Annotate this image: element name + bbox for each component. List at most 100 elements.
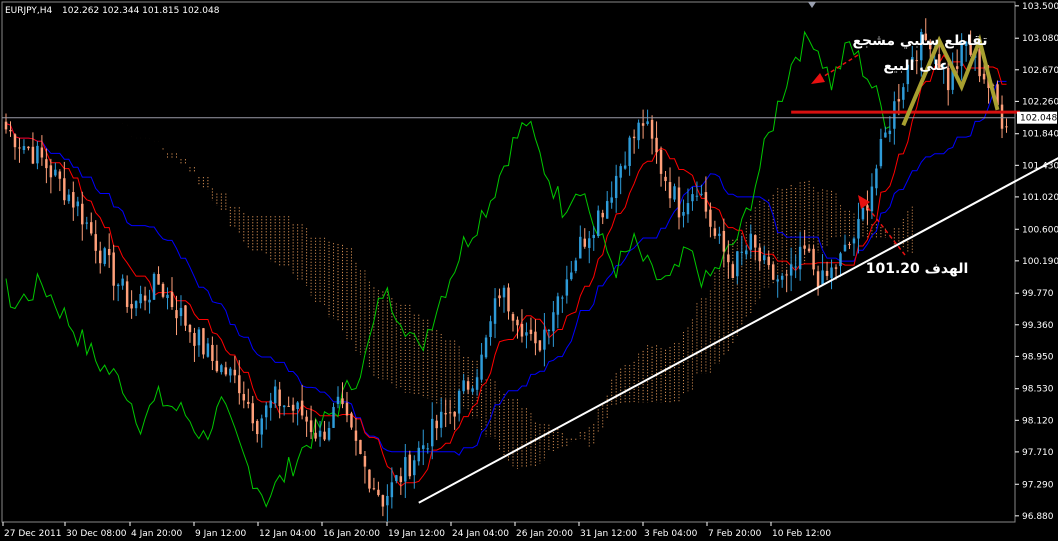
candle-body <box>175 310 178 319</box>
candle-body <box>363 455 367 467</box>
candle-body <box>870 186 874 212</box>
candle-body <box>623 165 627 169</box>
candle-body <box>677 187 681 218</box>
candle-body <box>332 406 335 428</box>
candle-body <box>673 186 676 200</box>
candle-body <box>722 230 726 252</box>
candle-body <box>763 255 766 261</box>
price-chart[interactable]: 103.500 103.080 102.670 102.260 101.840 101.4… <box>0 0 1058 541</box>
candle-body <box>251 403 254 424</box>
candle-body <box>816 271 820 287</box>
candle-body <box>282 405 286 408</box>
candle-body <box>601 212 604 218</box>
candle-body <box>893 101 896 129</box>
x-tick-label: 26 Jan 20:00 <box>516 529 573 539</box>
x-tick-label: 10 Feb 12:00 <box>772 529 831 539</box>
candle-body <box>386 495 389 506</box>
candle-body <box>170 291 174 308</box>
candle-body <box>58 171 62 179</box>
candle-body <box>206 343 210 357</box>
candle-body <box>588 238 591 248</box>
candle-body <box>453 411 456 417</box>
candle-body <box>264 405 268 418</box>
candle-body <box>444 413 447 415</box>
candle-body <box>825 270 829 276</box>
candle-body <box>798 246 802 270</box>
candle-body <box>229 368 232 376</box>
candle-body <box>76 201 80 207</box>
candle-body <box>242 394 246 401</box>
y-tick-label: 102.260 <box>1022 97 1058 107</box>
candle-body <box>655 137 658 153</box>
candle-body <box>439 411 443 428</box>
candle-body <box>247 401 250 404</box>
candle-body <box>45 159 48 169</box>
candle-body <box>803 245 806 249</box>
candle-body <box>682 212 685 216</box>
candle-body <box>511 314 515 321</box>
candle-body <box>273 386 277 404</box>
candle-body <box>471 388 474 392</box>
candle-body <box>291 404 295 411</box>
candle-body <box>534 331 537 344</box>
candle-body <box>668 182 672 199</box>
candle-body <box>610 197 613 203</box>
y-tick-label: 97.290 <box>1022 480 1054 490</box>
candle-body <box>493 298 497 324</box>
candle-body <box>278 389 281 407</box>
candle-body <box>686 203 690 215</box>
candle-body <box>336 396 340 405</box>
candle-body <box>296 402 299 410</box>
candle-body <box>166 294 169 299</box>
candle-body <box>520 323 524 337</box>
candle-body <box>422 445 425 449</box>
y-tick-label: 98.120 <box>1022 416 1054 426</box>
candle-body <box>852 238 856 244</box>
candle-body <box>789 264 793 276</box>
candle-body <box>596 210 600 236</box>
candle-body <box>430 418 434 447</box>
candle-body <box>830 267 833 279</box>
candle-body <box>188 324 192 333</box>
candle-body <box>260 418 263 435</box>
candle-body <box>632 136 636 139</box>
candle-body <box>736 251 739 277</box>
candle-body <box>740 251 744 253</box>
candle-body <box>327 428 331 440</box>
candle-body <box>193 332 196 346</box>
candle-body <box>552 312 555 332</box>
candle-body <box>121 278 124 286</box>
candle-body <box>650 119 654 139</box>
candle-body <box>718 233 721 236</box>
candle-body <box>161 283 165 297</box>
candle-body <box>359 439 362 455</box>
candle-body <box>538 340 542 351</box>
candle-body <box>834 267 838 269</box>
current-price-label: 102.048 <box>1020 114 1057 124</box>
symbol-label: EURJPY,H4 <box>5 6 53 16</box>
candle-body <box>776 279 779 282</box>
candle-body <box>502 287 506 298</box>
candle-body <box>354 430 358 441</box>
candle-body <box>529 329 533 334</box>
candle-body <box>646 121 649 124</box>
x-tick-label: 7 Feb 20:00 <box>708 529 762 539</box>
candle-body <box>143 295 147 301</box>
candle-body <box>13 134 17 148</box>
candle-body <box>704 192 708 212</box>
candle-body <box>399 476 403 483</box>
candle-body <box>408 454 412 477</box>
candle-body <box>812 248 815 270</box>
x-tick-label: 16 Jan 20:00 <box>323 529 380 539</box>
candle-body <box>839 253 842 267</box>
candle-body <box>695 195 699 197</box>
candle-body <box>982 73 986 80</box>
candle-body <box>574 260 578 272</box>
signal-label-line2: على البيع <box>883 58 948 74</box>
candle-body <box>395 475 398 482</box>
candle-body <box>731 264 735 279</box>
candle-body <box>570 272 573 280</box>
candle-body <box>659 149 663 174</box>
y-tick-label: 103.500 <box>1022 2 1058 12</box>
candle-body <box>794 266 797 268</box>
